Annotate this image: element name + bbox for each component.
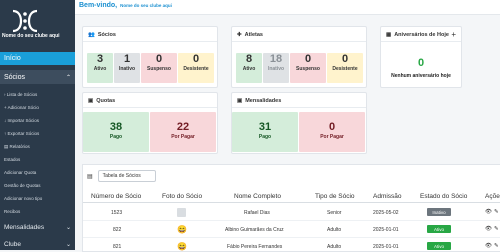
sidebar-item-label: Início (4, 55, 21, 62)
money-icon: ▣ (88, 98, 94, 104)
submenu-item-adicionar-tipo[interactable]: Adicionar novo tipo (4, 196, 42, 201)
submenu-item-recibos[interactable]: Recibos (4, 209, 20, 214)
cell-nome: Rafael Dias (244, 210, 270, 216)
avatar-placeholder-icon (177, 208, 186, 217)
submenu-item-lista-socios[interactable]: › Lista de Sócios (4, 92, 37, 97)
edit-icon[interactable]: ✎ (494, 209, 499, 215)
sidebar-item-inicio[interactable]: Início (0, 52, 75, 65)
status-badge: Inativo (427, 208, 451, 216)
stat-desistente: 0 Desistente (327, 53, 363, 83)
table-toolbar: ▤ Tabela de Sócios (87, 170, 156, 182)
column-header-nome[interactable]: Nome Completo (234, 193, 281, 200)
sidebar: Nome do seu clube aqui Início Sócios ⌃ ›… (0, 0, 75, 250)
stat-ativo: 3 Ativo (87, 53, 113, 83)
cell-nome: Fábio Pereira Fernandes (227, 244, 283, 250)
sidebar-item-label: Clube (4, 240, 21, 248)
submenu-item-importar-socios[interactable]: ↓ Importar Sócios (4, 118, 39, 123)
cell-admissao: 2025-01-01 (373, 244, 399, 250)
submenu-item-adicionar-socio[interactable]: + Adicionar Sócio (4, 105, 39, 110)
chevron-down-icon: ⌄ (65, 224, 71, 231)
money-icon: ▣ (237, 98, 243, 104)
card-title: ▣ Quotas (88, 98, 116, 104)
view-icon[interactable]: 👁 (485, 226, 492, 232)
chevron-down-icon: ⌄ (65, 241, 71, 248)
club-logo-icon (12, 9, 38, 33)
top-bar: Bem-vindo, Nome do seu clube aqui (75, 0, 500, 15)
quotas-card: ▣ Quotas 38 Pago 22 Por Pagar (82, 92, 218, 154)
sidebar-item-socios[interactable]: Sócios ⌃ (0, 70, 75, 84)
sidebar-item-mensalidades[interactable]: Mensalidades ⌄ (0, 221, 75, 233)
birthday-count: 0 (417, 57, 425, 69)
sidebar-item-clube[interactable]: Clube ⌄ (0, 238, 75, 250)
table-icon: ▤ (87, 173, 93, 180)
chevron-up-icon: ⌃ (65, 74, 71, 81)
welcome-message: Bem-vindo, Nome do seu clube aqui (79, 2, 172, 9)
stat-pago: 38 Pago (83, 112, 149, 152)
cell-tipo: Senior (327, 210, 342, 216)
club-name: Nome do seu clube aqui (2, 33, 60, 39)
users-icon: 👥 (88, 32, 95, 38)
stat-suspenso: 0 Suspenso (141, 53, 177, 83)
submenu-item-estados[interactable]: Estados (4, 157, 20, 162)
add-icon[interactable]: + (451, 30, 456, 39)
submenu-item-exportar-socios[interactable]: ↑ Exportar Sócios (4, 131, 39, 136)
socios-card: 👥 Sócios 3 Ativo 1 Inativo 0 Suspenso 0 Desi… (82, 26, 218, 88)
column-header-estado[interactable]: Estado do Sócio (420, 193, 467, 200)
cell-numero: 822 (113, 227, 122, 233)
view-icon[interactable]: 👁 (485, 209, 492, 215)
column-header-foto[interactable]: Foto do Sócio (162, 193, 202, 200)
stat-pago: 31 Pago (232, 112, 298, 152)
aniversarios-card: ▦ Aniversários de Hoje + 0 Nenhum aniver… (380, 26, 462, 88)
club-logo-area: Nome do seu clube aqui (0, 0, 75, 46)
sidebar-item-label: Sócios (4, 73, 26, 81)
status-badge: Ativo (427, 242, 451, 250)
column-header-acoes: Açõe (485, 193, 500, 200)
run-icon: ✚ (237, 32, 242, 38)
stat-inativo: 1 Inativo (114, 53, 140, 83)
stat-por-pagar: 0 Por Pagar (299, 112, 365, 152)
card-title: ▦ Aniversários de Hoje (386, 32, 449, 38)
stat-desistente: 0 Desistente (178, 53, 214, 83)
card-title: 👥 Sócios (88, 32, 116, 38)
column-header-numero[interactable]: Número de Sócio (91, 193, 141, 200)
edit-icon[interactable]: ✎ (494, 226, 499, 232)
cell-nome: Albino Guimarães da Cruz (225, 227, 284, 233)
sidebar-item-label: Mensalidades (4, 223, 45, 231)
socios-table-panel: ▤ Tabela de Sócios Número de Sócio Foto … (82, 164, 500, 252)
edit-icon[interactable]: ✎ (494, 243, 499, 249)
cell-tipo: Adulto (327, 227, 342, 233)
avatar-emoji-icon: 😄 (177, 225, 187, 234)
birthday-empty-text: Nenhum aniversário hoje (391, 73, 451, 79)
cell-admissao: 2025-01-01 (373, 227, 399, 233)
column-header-admissao[interactable]: Admissão (373, 193, 402, 200)
stat-inativo: 18 Inativo (263, 53, 289, 83)
atletas-card: ✚ Atletas 8 Ativo 18 Inativo 0 Suspenso 0 De… (231, 26, 367, 88)
column-header-tipo[interactable]: Tipo de Sócio (315, 193, 355, 200)
view-icon[interactable]: 👁 (485, 243, 492, 249)
submenu-item-relatorios[interactable]: ▤ Relatórios (4, 144, 30, 150)
submenu-item-adicionar-quota[interactable]: Adicionar Quota (4, 170, 36, 175)
card-title: ▣ Mensalidades (237, 98, 282, 104)
submenu-item-gestao-quotas[interactable]: Gestão de Quotas (4, 183, 41, 188)
stat-ativo: 8 Ativo (236, 53, 262, 83)
cell-admissao: 2025-05-02 (373, 210, 399, 216)
table-select[interactable]: Tabela de Sócios (97, 170, 156, 182)
cell-numero: 821 (113, 244, 122, 250)
stat-por-pagar: 22 Por Pagar (150, 112, 216, 152)
stat-suspenso: 0 Suspenso (290, 53, 326, 83)
card-title: ✚ Atletas (237, 32, 263, 38)
mensalidades-card: ▣ Mensalidades 31 Pago 0 Por Pagar (231, 92, 367, 154)
calendar-icon: ▦ (386, 32, 392, 38)
cell-numero: 1523 (111, 210, 123, 216)
status-badge: Ativo (427, 225, 451, 233)
cell-tipo: Adulto (327, 244, 342, 250)
